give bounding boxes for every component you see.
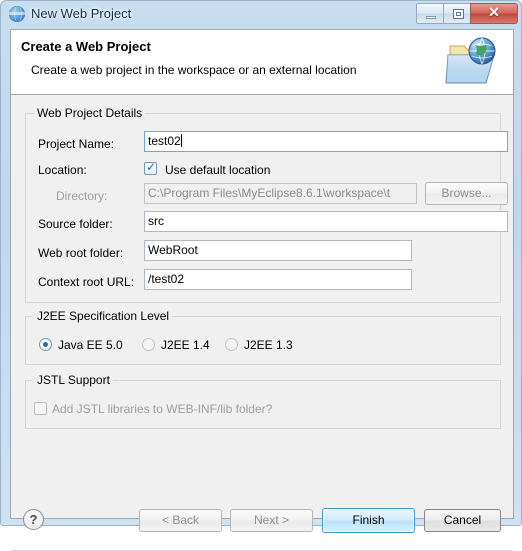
radio-label-java-ee-5: Java EE 5.0 [58, 338, 123, 352]
radio-java-ee-5[interactable] [39, 338, 52, 351]
wizard-body: Web Project Details Project Name: test02… [11, 95, 513, 551]
context-root-url-input[interactable]: /test02 [144, 269, 412, 290]
radio-label-j2ee-13: J2EE 1.3 [244, 338, 293, 352]
back-button[interactable]: < Back [139, 509, 222, 532]
text-caret [180, 134, 182, 147]
minimize-icon [426, 16, 436, 19]
use-default-location-label: Use default location [165, 163, 271, 177]
help-button[interactable]: ? [23, 509, 44, 530]
radio-label-j2ee-14: J2EE 1.4 [161, 338, 210, 352]
add-jstl-libraries-checkbox[interactable] [34, 402, 47, 415]
web-root-folder-label: Web root folder: [38, 246, 124, 260]
caption-buttons: ✕ [416, 3, 518, 24]
source-folder-input[interactable]: src [144, 211, 508, 232]
page-title: Create a Web Project [21, 39, 151, 54]
project-name-value: test02 [148, 134, 181, 148]
web-root-folder-input[interactable]: WebRoot [144, 240, 412, 261]
dialog-window: New Web Project ✕ Create a Web Project C… [0, 0, 522, 551]
minimize-button[interactable] [416, 3, 444, 24]
window-title: New Web Project [31, 6, 132, 21]
radio-j2ee-13[interactable] [225, 338, 238, 351]
maximize-button[interactable] [443, 3, 471, 24]
close-icon: ✕ [488, 6, 500, 21]
close-button[interactable]: ✕ [470, 3, 518, 24]
directory-label: Directory: [56, 189, 108, 203]
dialog-client: Create a Web Project Create a web projec… [10, 29, 514, 551]
globe-icon [9, 6, 25, 22]
title-bar: New Web Project ✕ [1, 1, 522, 29]
next-button[interactable]: Next > [230, 509, 313, 532]
cancel-button[interactable]: Cancel [424, 509, 501, 532]
group-title-jstl-support: JSTL Support [34, 373, 113, 387]
location-label: Location: [38, 163, 87, 177]
project-name-label: Project Name: [38, 137, 115, 151]
browse-button[interactable]: Browse... [425, 182, 508, 205]
radio-j2ee-14[interactable] [142, 338, 155, 351]
directory-input[interactable]: C:\Program Files\MyEclipse8.6.1\workspac… [144, 183, 417, 204]
add-jstl-libraries-label: Add JSTL libraries to WEB-INF/lib folder… [52, 402, 273, 416]
use-default-location-checkbox[interactable]: ✓ [144, 160, 157, 175]
radio-selected-dot [43, 342, 48, 347]
group-title-j2ee-specification-level: J2EE Specification Level [34, 309, 173, 323]
check-icon: ✓ [146, 160, 157, 174]
group-title-web-project-details: Web Project Details [34, 106, 146, 120]
page-subtitle: Create a web project in the workspace or… [31, 63, 357, 77]
finish-button[interactable]: Finish [322, 508, 415, 533]
wizard-header: Create a Web Project Create a web projec… [11, 30, 513, 95]
source-folder-label: Source folder: [38, 217, 113, 231]
maximize-icon [453, 9, 464, 19]
web-project-folder-icon [444, 33, 504, 89]
project-name-input[interactable]: test02 [144, 131, 508, 152]
context-root-url-label: Context root URL: [38, 275, 135, 289]
